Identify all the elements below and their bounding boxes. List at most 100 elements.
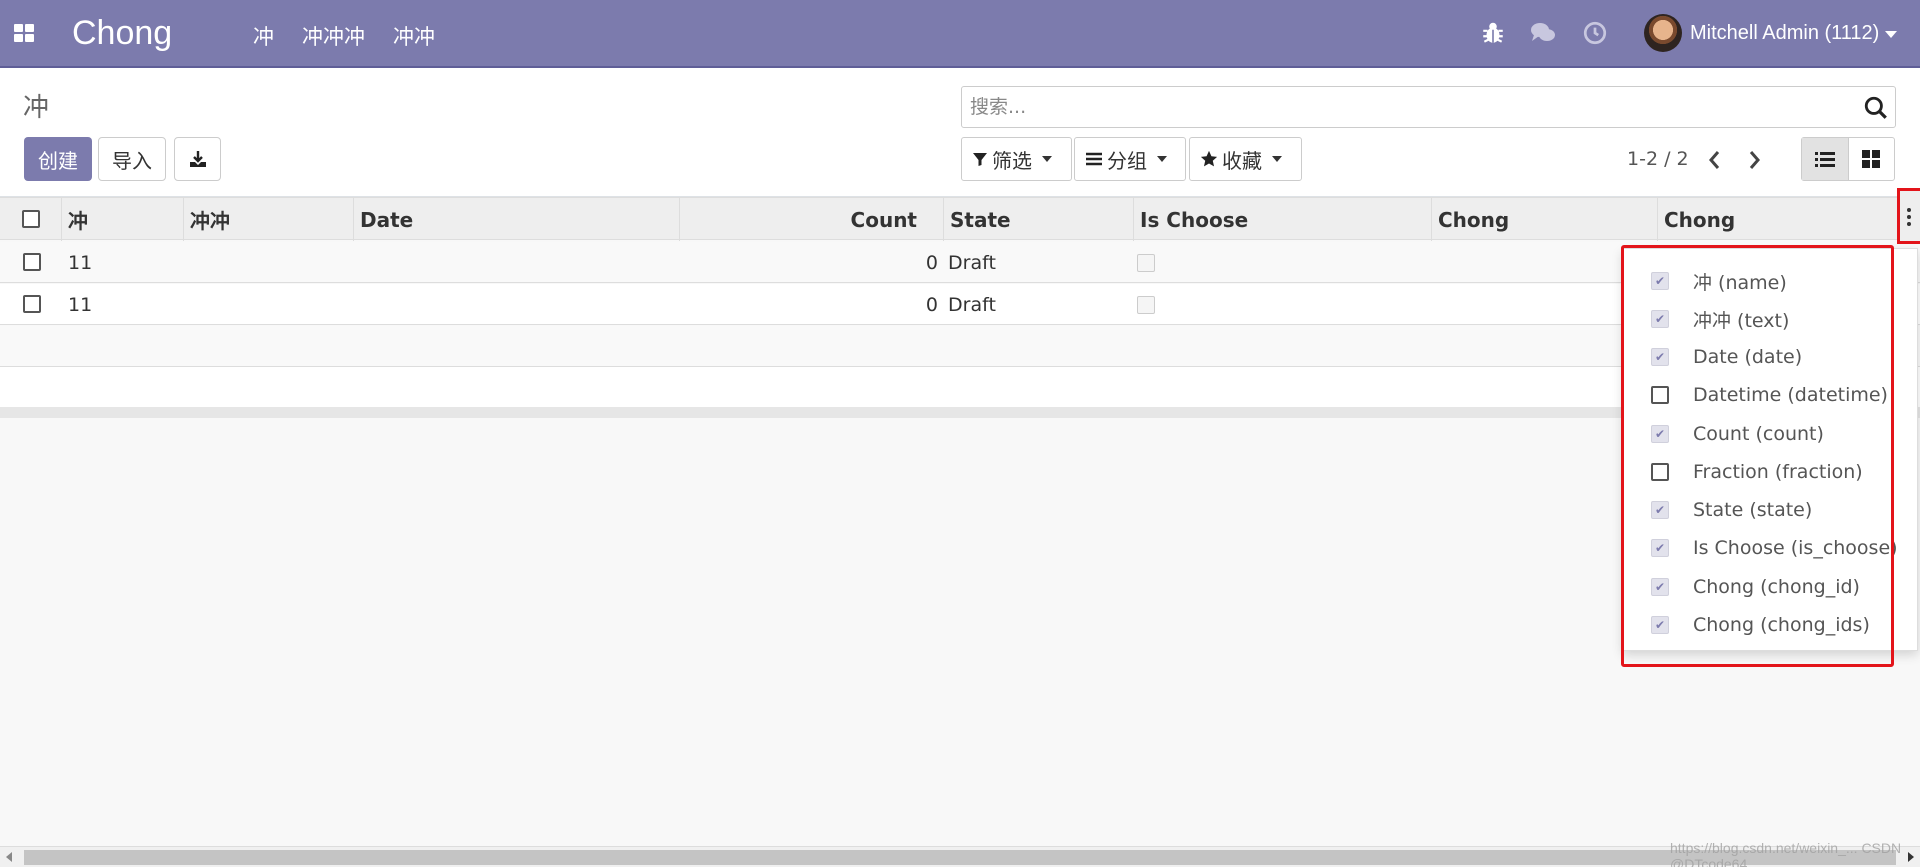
- kebab-icon-dot: [1907, 222, 1911, 226]
- checkbox-checked[interactable]: ✔: [1651, 272, 1669, 290]
- top-navbar: Chong 冲 冲冲冲 冲冲 Mitchell Admin (1112): [0, 0, 1920, 68]
- option-label: Datetime (datetime): [1693, 384, 1888, 406]
- avatar[interactable]: [1644, 14, 1682, 52]
- optional-column-chong-id[interactable]: ✔ Chong (chong_id): [1651, 572, 1860, 602]
- column-header-text[interactable]: 冲冲: [184, 198, 354, 241]
- caret-down-icon: [1157, 156, 1167, 162]
- kebab-icon-dot: [1907, 215, 1911, 219]
- checkbox-checked[interactable]: ✔: [1651, 539, 1669, 557]
- optional-column-is-choose[interactable]: ✔ Is Choose (is_choose): [1651, 533, 1898, 563]
- checkbox-checked[interactable]: ✔: [1651, 578, 1669, 596]
- bug-icon[interactable]: [1480, 20, 1506, 46]
- cell-count: 0: [925, 251, 938, 274]
- import-button[interactable]: 导入: [98, 137, 166, 181]
- star-icon: [1200, 150, 1218, 167]
- select-all-cell: [0, 198, 62, 241]
- favorites-label: 收藏: [1222, 148, 1262, 173]
- kebab-icon: [1907, 208, 1911, 212]
- cell-name: 11: [68, 251, 93, 274]
- option-label: Is Choose (is_choose): [1693, 537, 1898, 559]
- checkbox-checked[interactable]: ✔: [1651, 348, 1669, 366]
- column-header-count[interactable]: Count: [680, 198, 944, 241]
- cell-name: 11: [68, 293, 93, 316]
- control-panel: 冲 创建 导入 筛选 分组 收藏 1-2 / 2: [0, 68, 1920, 197]
- menu-item-chong[interactable]: 冲: [253, 21, 274, 51]
- option-label: 冲 (name): [1693, 271, 1787, 294]
- chevron-down-icon[interactable]: [1885, 31, 1897, 38]
- option-label: State (state): [1693, 499, 1813, 521]
- checkbox-checked[interactable]: ✔: [1651, 616, 1669, 634]
- optional-column-text[interactable]: ✔ 冲冲 (text): [1651, 304, 1789, 334]
- user-menu-name[interactable]: Mitchell Admin (1112): [1690, 22, 1879, 45]
- select-all-checkbox[interactable]: [22, 210, 40, 228]
- is-choose-checkbox: [1137, 296, 1155, 314]
- optional-column-date[interactable]: ✔ Date (date): [1651, 342, 1802, 372]
- cell-state: Draft: [948, 251, 996, 274]
- checkbox-unchecked[interactable]: [1651, 463, 1669, 481]
- optional-column-datetime[interactable]: Datetime (datetime): [1651, 380, 1888, 410]
- kanban-view-button[interactable]: [1849, 138, 1895, 180]
- menu-item-chongchongchong[interactable]: 冲冲冲: [302, 21, 365, 51]
- column-header-chong-ids[interactable]: Chong: [1658, 198, 1897, 241]
- checkbox-checked[interactable]: ✔: [1651, 425, 1669, 443]
- list-header: 冲 冲冲 Date Count State Is Choose Chong Ch…: [0, 197, 1920, 241]
- horizontal-scrollbar[interactable]: [0, 846, 1920, 867]
- filter-icon: [973, 153, 987, 166]
- checkbox-checked[interactable]: ✔: [1651, 501, 1669, 519]
- option-label: Chong (chong_id): [1693, 576, 1860, 598]
- row-checkbox[interactable]: [23, 295, 41, 313]
- option-label: Fraction (fraction): [1693, 461, 1863, 483]
- menu-item-chongchong[interactable]: 冲冲: [393, 21, 435, 51]
- filters-label: 筛选: [992, 148, 1032, 173]
- clock-icon[interactable]: [1582, 20, 1608, 46]
- app-brand[interactable]: Chong: [72, 14, 172, 53]
- download-icon: [189, 151, 206, 167]
- optional-columns-dropdown: ✔ 冲 (name) ✔ 冲冲 (text) ✔ Date (date) Dateti…: [1622, 248, 1918, 651]
- column-header-name[interactable]: 冲: [62, 198, 184, 241]
- create-button[interactable]: 创建: [24, 137, 92, 181]
- is-choose-checkbox: [1137, 254, 1155, 272]
- optional-columns-toggler[interactable]: [1897, 188, 1920, 244]
- groupby-button[interactable]: 分组: [1074, 137, 1186, 181]
- search-icon[interactable]: [1863, 95, 1889, 121]
- optional-column-fraction[interactable]: Fraction (fraction): [1651, 457, 1863, 487]
- scrollbar-thumb[interactable]: [24, 850, 1896, 865]
- list-view-button[interactable]: [1802, 138, 1849, 180]
- chevron-right-icon[interactable]: [1743, 147, 1765, 173]
- export-button[interactable]: [174, 137, 221, 181]
- cell-count: 0: [925, 293, 938, 316]
- column-header-is-choose[interactable]: Is Choose: [1134, 198, 1432, 241]
- main-menu: 冲 冲冲冲 冲冲: [253, 21, 435, 51]
- kanban-view-icon: [1862, 150, 1881, 168]
- optional-column-count[interactable]: ✔ Count (count): [1651, 419, 1824, 449]
- scroll-left-arrow-icon[interactable]: [6, 852, 12, 862]
- row-checkbox[interactable]: [23, 253, 41, 271]
- filters-button[interactable]: 筛选: [961, 137, 1072, 181]
- column-header-chong-id[interactable]: Chong: [1432, 198, 1658, 241]
- cell-state: Draft: [948, 293, 996, 316]
- bars-icon: [1086, 152, 1102, 166]
- checkbox-checked[interactable]: ✔: [1651, 310, 1669, 328]
- optional-column-chong-ids[interactable]: ✔ Chong (chong_ids): [1651, 610, 1870, 640]
- option-label: 冲冲 (text): [1693, 309, 1790, 332]
- option-label: Date (date): [1693, 346, 1803, 368]
- column-header-state[interactable]: State: [944, 198, 1134, 241]
- optional-column-state[interactable]: ✔ State (state): [1651, 495, 1812, 525]
- watermark: https://blog.csdn.net/weixin_... CSDN @D…: [1670, 840, 1902, 867]
- pager-value[interactable]: 1-2 / 2: [1627, 148, 1689, 170]
- search-input[interactable]: [970, 92, 1820, 122]
- apps-icon[interactable]: [14, 24, 34, 42]
- option-label: Chong (chong_ids): [1693, 614, 1870, 636]
- caret-down-icon: [1272, 156, 1282, 162]
- list-view-icon: [1814, 152, 1835, 167]
- view-switcher: [1801, 137, 1895, 181]
- search-box: [961, 86, 1896, 128]
- groupby-label: 分组: [1107, 148, 1147, 173]
- checkbox-unchecked[interactable]: [1651, 386, 1669, 404]
- favorites-button[interactable]: 收藏: [1189, 137, 1302, 181]
- column-header-date[interactable]: Date: [354, 198, 680, 241]
- option-label: Count (count): [1693, 423, 1824, 445]
- chevron-left-icon[interactable]: [1704, 147, 1726, 173]
- chat-icon[interactable]: [1530, 20, 1556, 46]
- optional-column-name[interactable]: ✔ 冲 (name): [1651, 266, 1787, 296]
